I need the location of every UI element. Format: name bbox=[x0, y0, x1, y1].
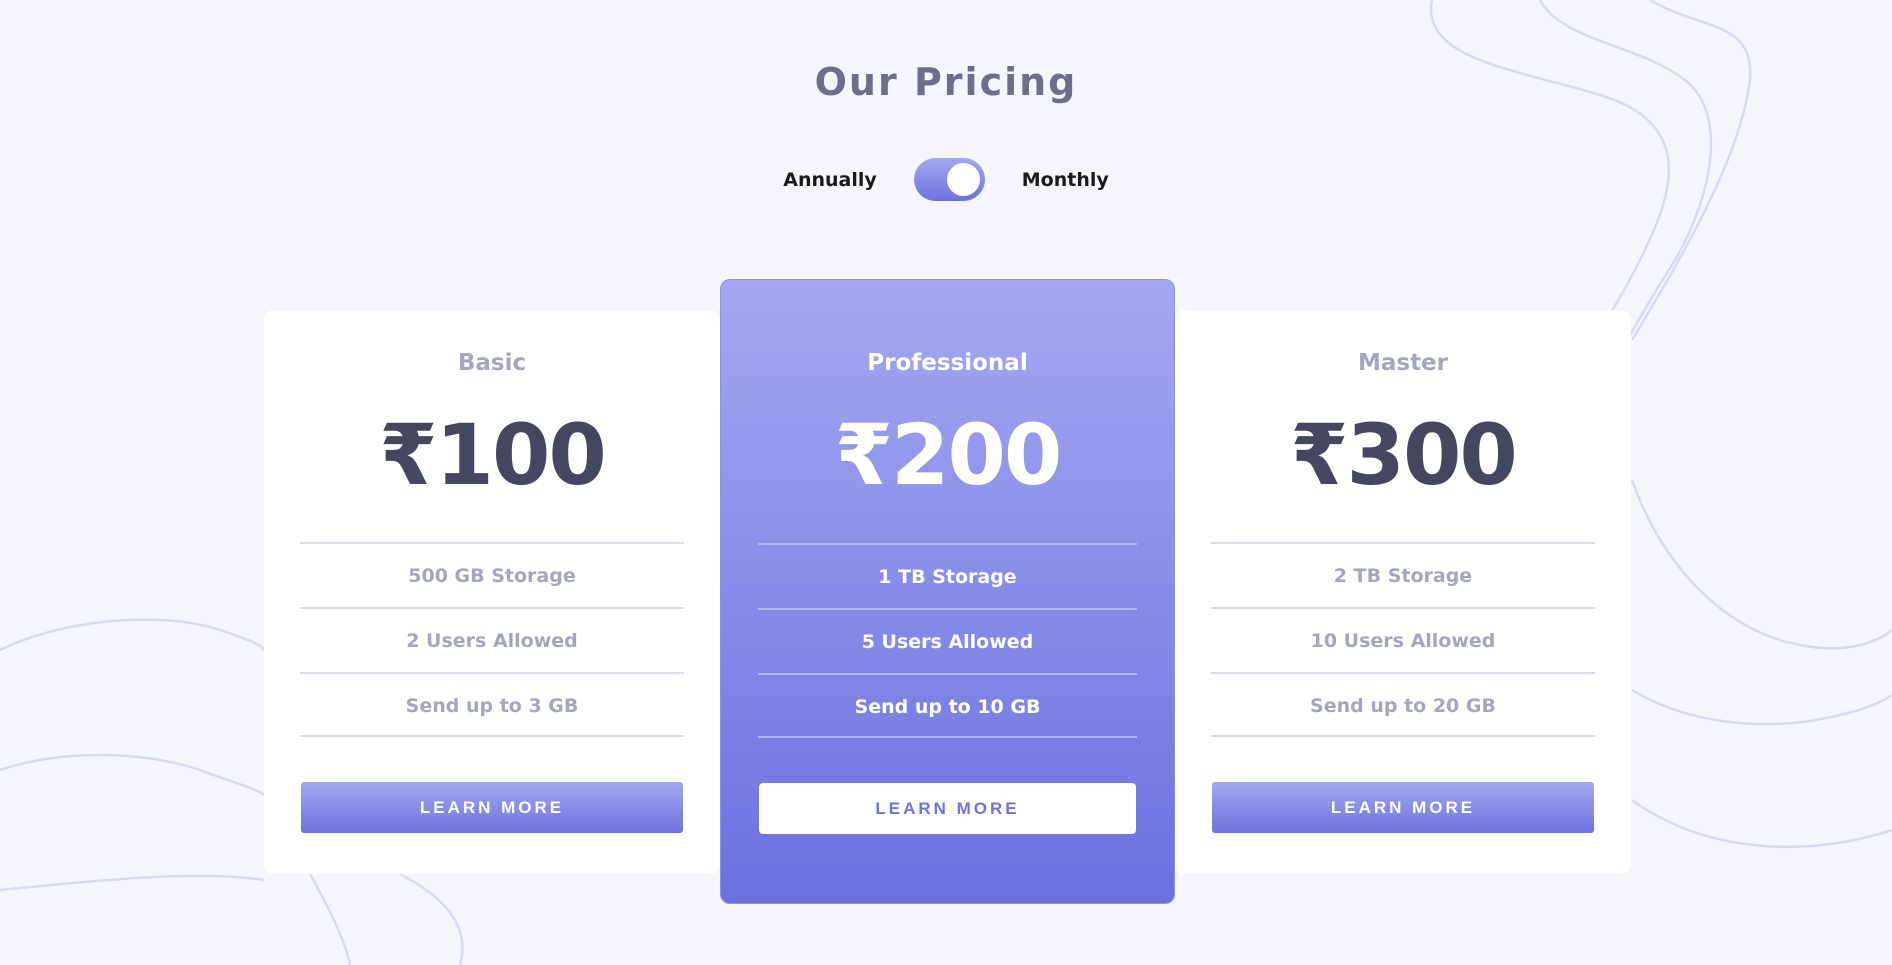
feature-list: 2 TB Storage 10 Users Allowed Send up to… bbox=[1211, 542, 1595, 737]
feature-item: 1 TB Storage bbox=[758, 543, 1137, 608]
pricing-page: Our Pricing Annually Monthly Basic ₹100 … bbox=[0, 0, 1892, 965]
pricing-card-master: Master ₹300 2 TB Storage 10 Users Allowe… bbox=[1175, 310, 1631, 874]
plan-price: ₹200 bbox=[834, 406, 1063, 504]
learn-more-button-master[interactable]: Learn More bbox=[1212, 782, 1594, 833]
plan-name: Professional bbox=[867, 350, 1028, 376]
plan-name: Basic bbox=[457, 350, 527, 376]
learn-more-button-professional[interactable]: Learn More bbox=[759, 783, 1136, 834]
billing-period-toggle[interactable] bbox=[913, 158, 985, 201]
feature-item: 5 Users Allowed bbox=[758, 608, 1137, 673]
page-title: Our Pricing bbox=[814, 60, 1078, 104]
feature-list: 1 TB Storage 5 Users Allowed Send up to … bbox=[758, 543, 1137, 738]
feature-item: 2 Users Allowed bbox=[300, 607, 684, 672]
billing-toggle-row: Annually Monthly bbox=[0, 158, 1892, 201]
pricing-card-professional: Professional ₹200 1 TB Storage 5 Users A… bbox=[720, 279, 1175, 904]
plan-price: ₹300 bbox=[1290, 406, 1518, 504]
toggle-knob bbox=[946, 163, 980, 196]
feature-item: Send up to 10 GB bbox=[758, 673, 1137, 738]
feature-list: 500 GB Storage 2 Users Allowed Send up t… bbox=[300, 542, 684, 737]
learn-more-button-basic[interactable]: Learn More bbox=[301, 782, 683, 833]
feature-item: 500 GB Storage bbox=[300, 542, 684, 607]
plan-name: Master bbox=[1357, 350, 1449, 376]
feature-item: 2 TB Storage bbox=[1211, 542, 1595, 607]
feature-item: Send up to 20 GB bbox=[1211, 672, 1595, 737]
feature-item: Send up to 3 GB bbox=[300, 672, 684, 737]
monthly-label: Monthly bbox=[1021, 168, 1109, 191]
pricing-card-basic: Basic ₹100 500 GB Storage 2 Users Allowe… bbox=[264, 310, 720, 874]
annually-label: Annually bbox=[783, 168, 877, 191]
plan-price: ₹100 bbox=[379, 406, 607, 504]
feature-item: 10 Users Allowed bbox=[1211, 607, 1595, 672]
